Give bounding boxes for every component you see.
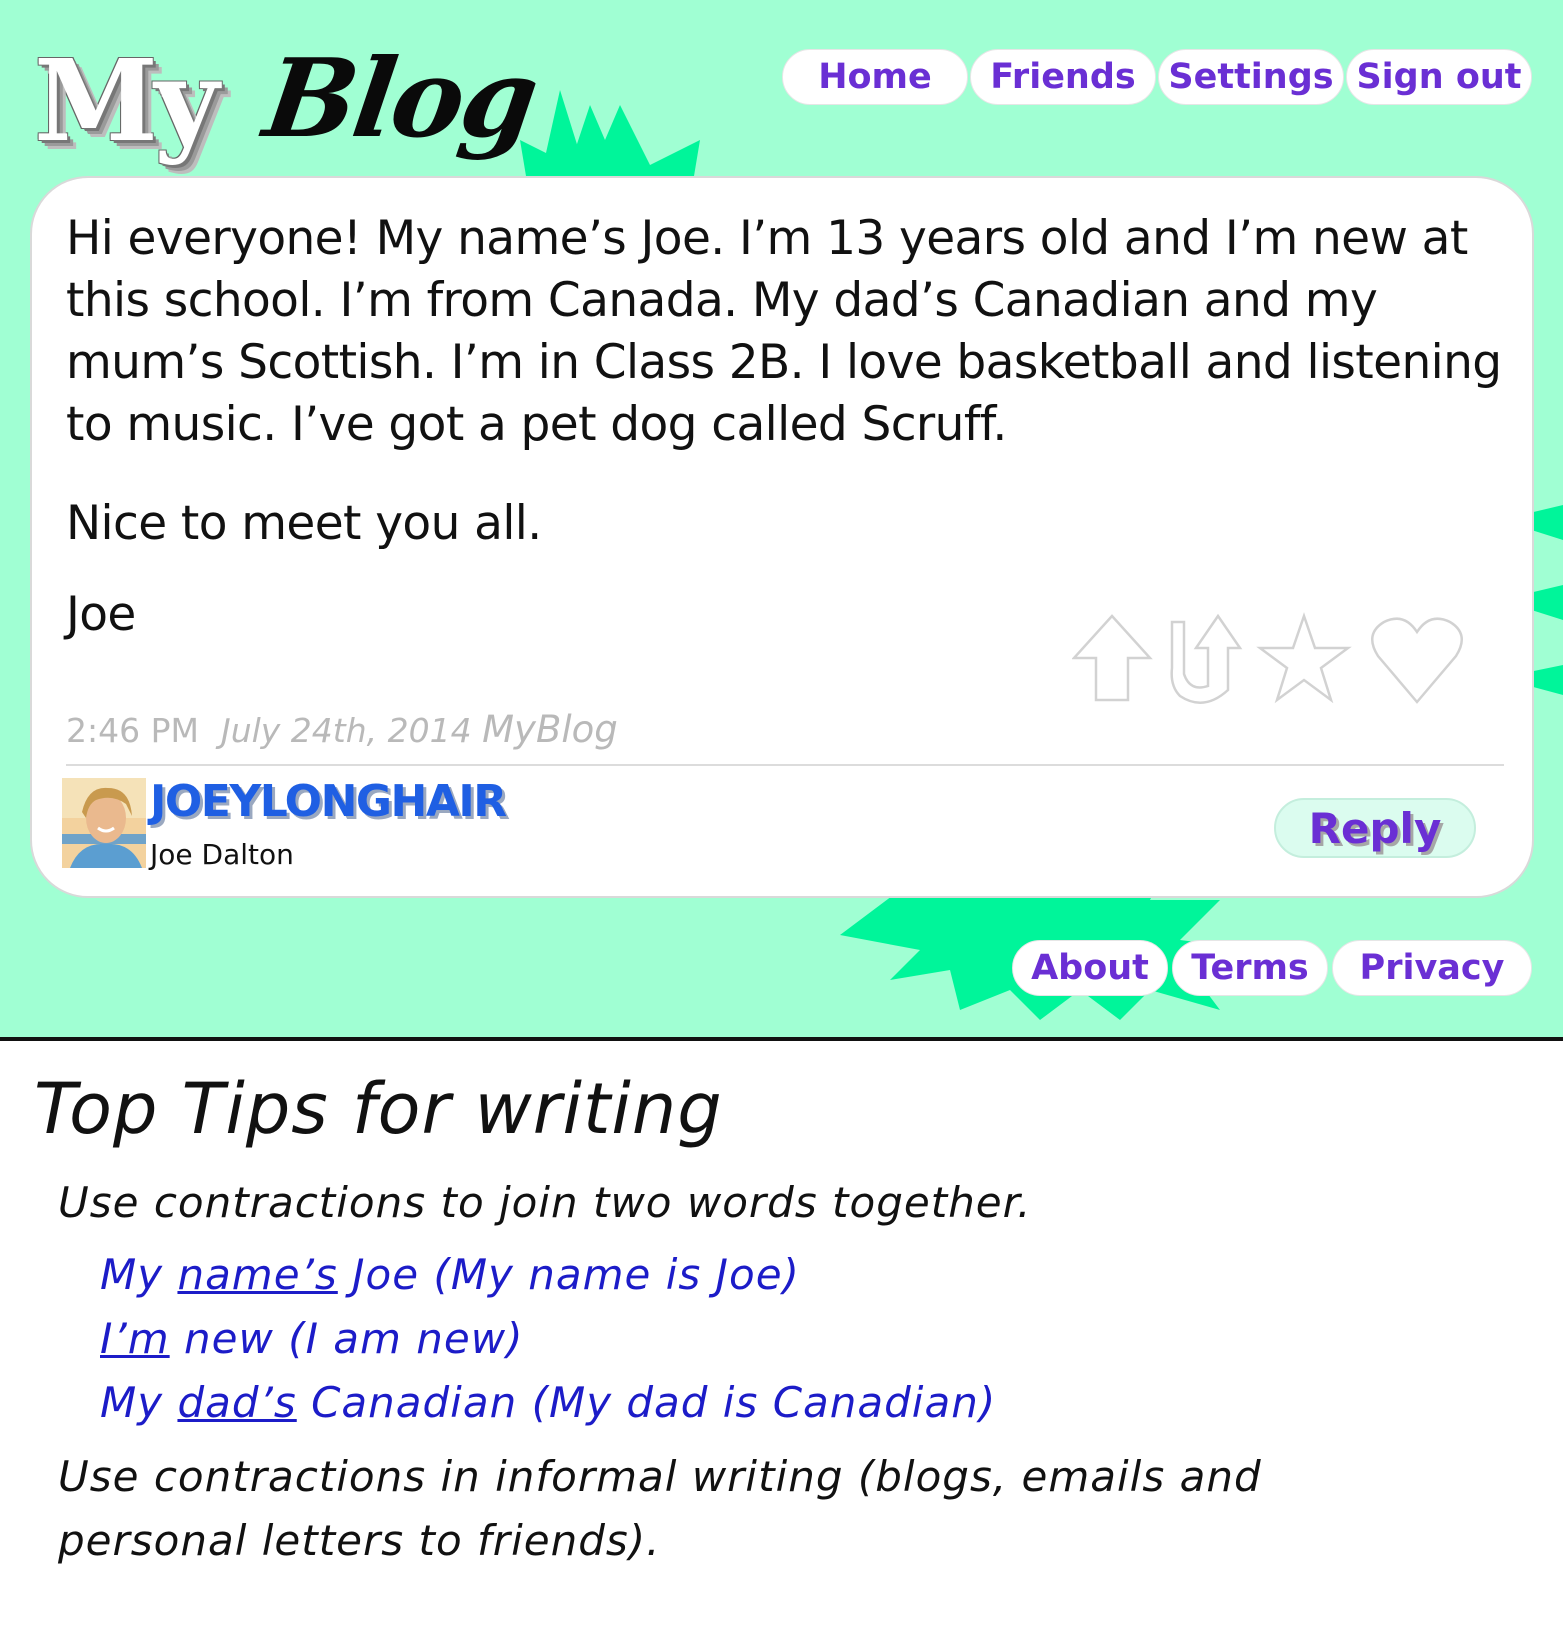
tips-title: Top Tips for writing [34, 1068, 723, 1150]
up-arrow-icon[interactable] [1072, 614, 1153, 702]
example-contraction: name’s [177, 1250, 338, 1299]
example-post: Joe [337, 1250, 420, 1299]
u-turn-arrow-icon[interactable] [1170, 613, 1243, 704]
post-closing: Nice to meet you all. [66, 496, 542, 551]
tip-line-2a: Use contractions in informal writing (bl… [58, 1452, 1262, 1501]
example-line: My name’s Joe (My name is Joe) [100, 1250, 800, 1299]
post-date: July 24th, 2014 [220, 711, 472, 750]
nav-sign-out-button[interactable]: Sign out [1346, 49, 1532, 105]
section-divider [0, 1037, 1563, 1041]
tip-line-2b: personal letters to friends). [58, 1516, 661, 1565]
post-divider [66, 764, 1504, 766]
example-expanded: (My name is Joe) [419, 1250, 800, 1299]
footer-terms-link[interactable]: Terms [1172, 940, 1328, 996]
logo-blog-text: Blog [257, 36, 543, 162]
footer-about-link[interactable]: About [1012, 940, 1168, 996]
nav-home-button[interactable]: Home [782, 49, 968, 105]
post-signature: Joe [66, 587, 136, 642]
nav-friends-button[interactable]: Friends [970, 49, 1156, 105]
reaction-icons [1072, 612, 1463, 704]
post-time: 2:46 PM [66, 711, 199, 750]
author-full-name: Joe Dalton [150, 838, 294, 871]
post-meta: 2:46 PM July 24th, 2014 MyBlog [66, 708, 618, 751]
example-line: My dad’s Canadian (My dad is Canadian) [100, 1378, 996, 1427]
example-expanded: (My dad is Canadian) [517, 1378, 997, 1427]
tip-line-1: Use contractions to join two words toget… [58, 1178, 1032, 1227]
star-icon[interactable] [1256, 612, 1352, 704]
blog-post-card: Hi everyone! My name’s Joe. I’m 13 years… [30, 176, 1534, 898]
avatar[interactable] [62, 778, 146, 868]
example-contraction: I’m [100, 1314, 170, 1363]
example-pre: My [100, 1378, 178, 1427]
logo-my-text: My [34, 36, 219, 167]
footer-privacy-link[interactable]: Privacy [1332, 940, 1532, 996]
example-pre: My [100, 1250, 178, 1299]
blog-area: My Blog Home Friends Settings Sign out H… [0, 0, 1563, 1037]
post-site: MyBlog [482, 708, 618, 751]
author-username[interactable]: JOEYLONGHAIR [150, 777, 507, 826]
example-contraction: dad’s [177, 1378, 297, 1427]
example-line: I’m new (I am new) [100, 1314, 524, 1363]
myblog-logo[interactable]: My Blog [34, 36, 554, 178]
example-post: new [169, 1314, 274, 1363]
heart-icon[interactable] [1371, 617, 1463, 704]
example-expanded: (I am new) [273, 1314, 524, 1363]
post-body: Hi everyone! My name’s Joe. I’m 13 years… [66, 211, 1502, 452]
example-post: Canadian [296, 1378, 518, 1427]
nav-settings-button[interactable]: Settings [1158, 49, 1344, 105]
reply-button[interactable]: Reply [1274, 798, 1476, 858]
